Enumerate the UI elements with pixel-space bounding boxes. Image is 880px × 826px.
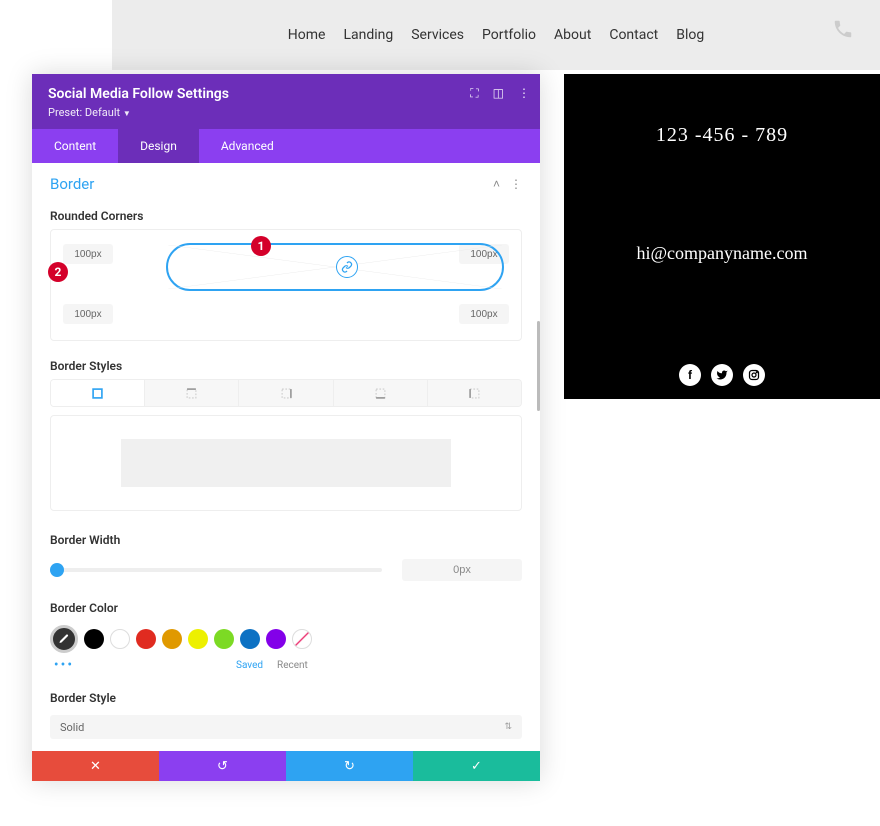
color-more-button[interactable]: ••• [50,657,78,673]
main-nav: Home Landing Services Portfolio About Co… [288,27,705,43]
corner-br-input[interactable] [459,304,509,324]
undo-button[interactable]: ↺ [159,751,286,781]
border-width-slider[interactable] [50,568,382,572]
select-arrows-icon: ⇅ [504,722,512,732]
modal-header: Social Media Follow Settings Preset: Def… [32,74,540,129]
cancel-button[interactable]: ✕ [32,751,159,781]
swatch-black[interactable] [84,629,104,649]
nav-blog[interactable]: Blog [676,27,704,43]
swatch-green[interactable] [214,629,234,649]
tab-bar: Content Design Advanced [32,129,540,163]
rounded-corners-label: Rounded Corners [32,201,540,229]
annotation-1: 1 [251,236,271,256]
border-preview-inner [121,439,451,487]
border-side-all[interactable] [51,380,145,406]
border-color-label: Border Color [32,593,540,621]
nav-landing[interactable]: Landing [343,27,393,43]
border-styles-label: Border Styles [32,351,540,379]
nav-about[interactable]: About [554,27,591,43]
color-recent-tab[interactable]: Recent [277,660,308,671]
twitter-icon[interactable] [711,364,733,386]
color-swatches [50,625,522,653]
border-style-select[interactable]: Solid ⇅ [50,715,522,739]
border-side-right[interactable] [239,380,333,406]
tab-content[interactable]: Content [32,129,118,163]
modal-footer: ✕ ↺ ↻ ✓ [32,751,540,781]
facebook-icon[interactable]: f [679,364,701,386]
swatch-yellow[interactable] [188,629,208,649]
swatch-purple[interactable] [266,629,286,649]
modal-body: Border ˄⋮ Rounded Corners [32,163,540,751]
preview-panel: 123 -456 - 789 hi@companyname.com f [564,74,880,399]
scrollbar[interactable] [537,321,540,411]
nav-portfolio[interactable]: Portfolio [482,27,536,43]
menu-icon[interactable]: ⋮ [518,86,530,101]
section-border[interactable]: Border ˄⋮ [32,163,540,201]
preview-phone: 123 -456 - 789 [564,124,880,147]
swatch-none[interactable] [292,629,312,649]
border-style-label: Border Style [32,683,540,711]
annotation-2: 2 [48,262,68,282]
expand-icon[interactable]: ⛶ [470,86,478,101]
menu-dots-icon[interactable]: ⋮ [510,177,522,191]
swatch-red[interactable] [136,629,156,649]
corner-preview-pill [166,243,504,291]
nav-home[interactable]: Home [288,27,326,43]
border-width-input[interactable] [402,559,522,581]
site-header: Home Landing Services Portfolio About Co… [112,0,880,70]
corner-bl-input[interactable] [63,304,113,324]
rounded-corners-control [50,229,522,341]
settings-modal: Social Media Follow Settings Preset: Def… [32,74,540,781]
border-width-label: Border Width [32,525,540,553]
swatch-white[interactable] [110,629,130,649]
social-icons-row: f [564,364,880,386]
instagram-icon[interactable] [743,364,765,386]
tab-design[interactable]: Design [118,129,199,163]
link-corners-button[interactable] [336,256,358,278]
color-saved-tab[interactable]: Saved [236,660,263,671]
border-side-top[interactable] [145,380,239,406]
preview-email: hi@companyname.com [564,243,880,264]
preset-dropdown[interactable]: Preset: Default ▼ [48,106,524,119]
phone-icon [832,18,854,46]
panel-icon[interactable]: ◫ [493,86,504,101]
nav-contact[interactable]: Contact [609,27,658,43]
corner-tl-input[interactable] [63,244,113,264]
border-side-bottom[interactable] [334,380,428,406]
nav-services[interactable]: Services [411,27,464,43]
border-side-tabs [50,379,522,407]
save-button[interactable]: ✓ [413,751,540,781]
chevron-up-icon: ˄ [493,177,500,191]
modal-title: Social Media Follow Settings [48,86,524,102]
redo-button[interactable]: ↻ [286,751,413,781]
swatch-selected[interactable] [50,625,78,653]
border-side-left[interactable] [428,380,521,406]
swatch-blue[interactable] [240,629,260,649]
tab-advanced[interactable]: Advanced [199,129,296,163]
slider-thumb[interactable] [50,563,64,577]
swatch-orange[interactable] [162,629,182,649]
border-preview [50,415,522,511]
